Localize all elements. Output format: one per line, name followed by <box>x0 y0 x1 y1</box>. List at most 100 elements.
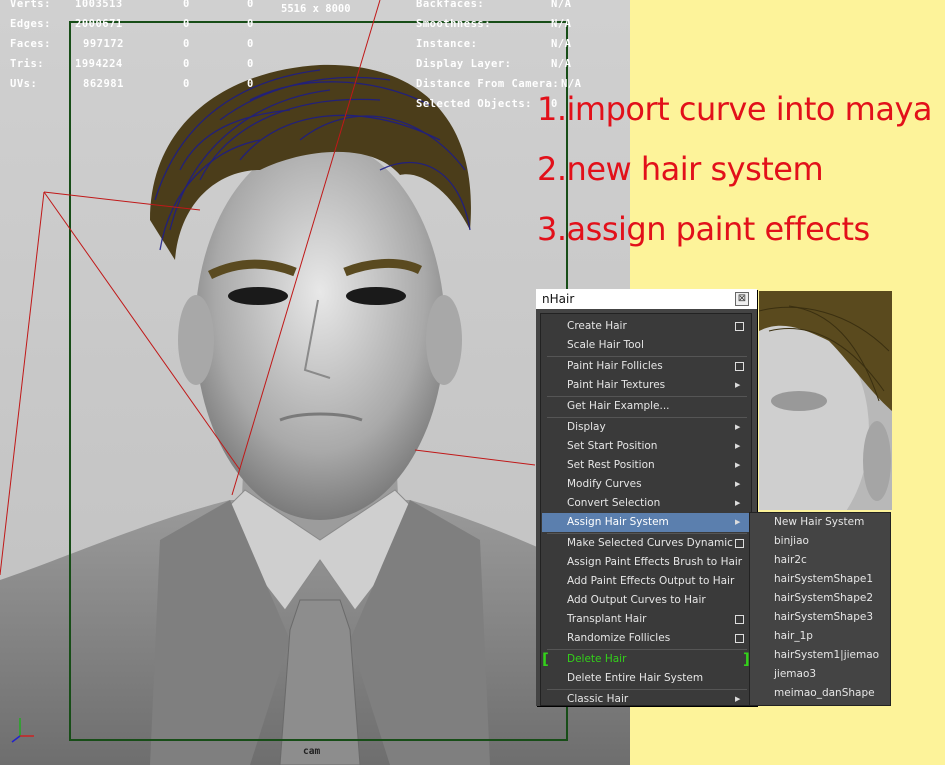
resolution-readout: 5516 x 8000 <box>281 3 351 15</box>
hud-value: 0 <box>247 78 254 90</box>
step-3-text: 3.assign paint effects <box>537 210 870 248</box>
menu-item-label: Make Selected Curves Dynamic <box>567 537 733 549</box>
left-bracket-icon: [ <box>542 650 549 668</box>
submenu-item-label: hair_1p <box>774 630 813 642</box>
hud-value: 0 <box>247 0 254 10</box>
hud-value: N/A <box>561 78 582 90</box>
hud-value: 0 <box>247 38 254 50</box>
submenu-item-hairsystemshape2[interactable]: hairSystemShape2 <box>750 589 890 608</box>
menu-item-label: Assign Hair System <box>567 516 669 528</box>
menu-item-label: Add Output Curves to Hair <box>567 594 706 606</box>
menu-item-make-selected-curves-dynamic[interactable]: Make Selected Curves Dynamic <box>542 534 750 553</box>
menu-item-label: Add Paint Effects Output to Hair <box>567 575 735 587</box>
hud-value: 1994224 <box>75 58 123 70</box>
menu-item-assign-hair-system[interactable]: Assign Hair System ▶ <box>542 513 750 532</box>
face-closeup-render <box>759 291 892 510</box>
submenu-item-meimao-danshape[interactable]: meimao_danShape <box>750 684 890 703</box>
option-box-icon[interactable] <box>735 634 744 643</box>
menu-item-delete-hair[interactable]: [ Delete Hair ] <box>542 650 750 669</box>
menu-item-randomize-follicles[interactable]: Randomize Follicles <box>542 629 750 648</box>
menu-item-paint-hair-follicles[interactable]: Paint Hair Follicles <box>542 357 750 376</box>
hud-value: 0 <box>183 78 190 90</box>
submenu-item-label: New Hair System <box>774 516 865 528</box>
submenu-arrow-icon: ▶ <box>735 442 741 450</box>
hud-label: Distance From Camera: <box>416 78 560 90</box>
nhair-title-bar[interactable]: nHair ⊠ <box>536 289 757 309</box>
submenu-item-new-hair-system[interactable]: New Hair System <box>750 513 890 532</box>
hud-value: N/A <box>551 0 572 10</box>
hud-label: Selected Objects: <box>416 98 532 110</box>
menu-item-label: Classic Hair <box>567 693 629 705</box>
menu-item-label: Convert Selection <box>567 497 661 509</box>
submenu-item-label: hairSystemShape3 <box>774 611 874 623</box>
submenu-item-hair-1p[interactable]: hair_1p <box>750 627 890 646</box>
hud-label: Display Layer: <box>416 58 512 70</box>
hud-label: UVs: <box>10 78 38 90</box>
submenu-item-jiemao3[interactable]: jiemao3 <box>750 665 890 684</box>
menu-item-set-rest-position[interactable]: Set Rest Position ▶ <box>542 456 750 475</box>
assign-hair-system-submenu: New Hair System binjiao hair2c hairSyste… <box>749 512 891 706</box>
submenu-arrow-icon: ▶ <box>735 461 741 469</box>
menu-item-set-start-position[interactable]: Set Start Position ▶ <box>542 437 750 456</box>
hud-label: Backfaces: <box>416 0 485 10</box>
menu-item-label: Delete Entire Hair System <box>567 672 704 684</box>
close-icon[interactable]: ⊠ <box>735 292 749 306</box>
hud-label: Instance: <box>416 38 478 50</box>
menu-item-label: Create Hair <box>567 320 627 332</box>
option-box-icon[interactable] <box>735 362 744 371</box>
hud-value: 862981 <box>83 78 124 90</box>
menu-item-modify-curves[interactable]: Modify Curves ▶ <box>542 475 750 494</box>
submenu-item-binjiao[interactable]: binjiao <box>750 532 890 551</box>
submenu-arrow-icon: ▶ <box>735 518 741 526</box>
submenu-item-hairsystemshape3[interactable]: hairSystemShape3 <box>750 608 890 627</box>
submenu-item-label: jiemao3 <box>774 668 817 680</box>
menu-item-create-hair[interactable]: Create Hair <box>542 317 750 336</box>
viewport-closeup-thumbnail <box>759 291 892 510</box>
submenu-item-label: hairSystemShape2 <box>774 592 874 604</box>
camera-name-label: cam <box>303 746 321 757</box>
option-box-icon[interactable] <box>735 539 744 548</box>
menu-item-display[interactable]: Display ▶ <box>542 418 750 437</box>
hud-label: Tris: <box>10 58 45 70</box>
hud-value: N/A <box>551 58 572 70</box>
submenu-arrow-icon: ▶ <box>735 423 741 431</box>
submenu-item-hairsystem1-jiemao[interactable]: hairSystem1|jiemao <box>750 646 890 665</box>
option-box-icon[interactable] <box>735 615 744 624</box>
menu-item-label: Delete Hair <box>567 653 627 665</box>
hud-value: 2000671 <box>75 18 123 30</box>
menu-item-label: Set Rest Position <box>567 459 655 471</box>
hud-value: 997172 <box>83 38 124 50</box>
menu-item-label: Assign Paint Effects Brush to Hair <box>567 556 743 568</box>
menu-item-get-hair-example[interactable]: Get Hair Example... <box>542 397 750 416</box>
menu-item-delete-entire-hair-system[interactable]: Delete Entire Hair System <box>542 669 750 688</box>
submenu-item-label: binjiao <box>774 535 809 547</box>
submenu-arrow-icon: ▶ <box>735 381 741 389</box>
hud-label: Edges: <box>10 18 51 30</box>
submenu-arrow-icon: ▶ <box>735 695 741 703</box>
menu-item-label: Scale Hair Tool <box>567 339 644 351</box>
step-1-text: 1.import curve into maya <box>537 90 932 128</box>
hud-label: Verts: <box>10 0 51 10</box>
submenu-arrow-icon: ▶ <box>735 499 741 507</box>
nhair-menu-list: Create Hair Scale Hair Tool Paint Hair F… <box>540 313 752 706</box>
submenu-item-hairsystemshape1[interactable]: hairSystemShape1 <box>750 570 890 589</box>
menu-item-convert-selection[interactable]: Convert Selection ▶ <box>542 494 750 513</box>
menu-item-scale-hair-tool[interactable]: Scale Hair Tool <box>542 336 750 355</box>
option-box-icon[interactable] <box>735 322 744 331</box>
submenu-item-label: hair2c <box>774 554 807 566</box>
nhair-menu-window: nHair ⊠ Create Hair Scale Hair Tool Pain… <box>536 289 757 706</box>
hud-value: 0 <box>183 18 190 30</box>
menu-item-assign-paint-effects-brush[interactable]: Assign Paint Effects Brush to Hair <box>542 553 750 572</box>
menu-item-add-output-curves[interactable]: Add Output Curves to Hair <box>542 591 750 610</box>
menu-item-classic-hair[interactable]: Classic Hair ▶ <box>542 690 750 709</box>
nhair-title: nHair <box>542 292 575 306</box>
menu-item-transplant-hair[interactable]: Transplant Hair <box>542 610 750 629</box>
menu-item-label: Randomize Follicles <box>567 632 671 644</box>
menu-item-add-paint-effects-output[interactable]: Add Paint Effects Output to Hair <box>542 572 750 591</box>
menu-item-paint-hair-textures[interactable]: Paint Hair Textures ▶ <box>542 376 750 395</box>
submenu-item-hair2c[interactable]: hair2c <box>750 551 890 570</box>
menu-item-label: Modify Curves <box>567 478 642 490</box>
step-2-text: 2.new hair system <box>537 150 824 188</box>
hud-poly-stats: Verts: 1003513 0 0 Edges: 2000671 0 0 Fa… <box>0 0 270 100</box>
hud-value: 0 <box>183 0 190 10</box>
